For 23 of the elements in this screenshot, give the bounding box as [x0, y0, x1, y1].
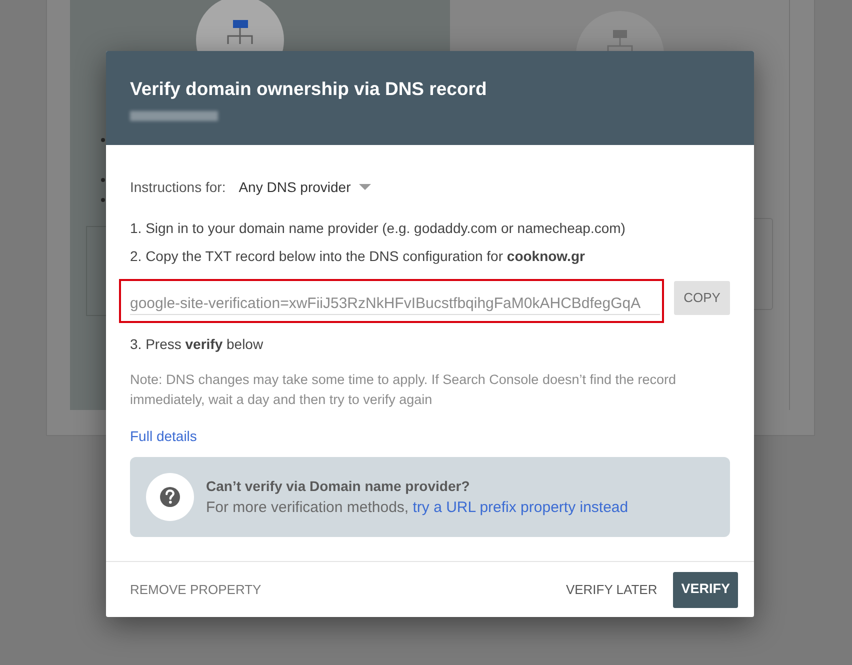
sitemap-icon — [576, 11, 664, 51]
bullet-icon — [101, 178, 105, 182]
full-details-link[interactable]: Full details — [130, 426, 197, 446]
record-field[interactable]: google-site-verification=xwFiiJ53RzNkHFvIBucstfbqihgFaM0kAHCBdfegGqA — [130, 293, 660, 315]
help-icon — [146, 473, 194, 521]
remove-property-button[interactable]: REMOVE PROPERTY — [130, 572, 262, 608]
provider-dropdown[interactable]: Any DNS provider — [238, 176, 371, 198]
bullet-icon — [101, 198, 105, 202]
help-text: For more verification methods, try a URL prefix property instead — [206, 498, 628, 518]
dialog-title: Verify domain ownership via DNS record — [130, 77, 487, 101]
verify-later-button[interactable]: VERIFY LATER — [566, 572, 658, 608]
help-title: Can’t verify via Domain name provider? — [206, 477, 470, 496]
instructions-label: Instructions for: — [130, 178, 226, 196]
instruction-step: 3. Press verify below — [130, 334, 264, 354]
copy-button[interactable]: COPY — [674, 281, 730, 315]
verify-button[interactable]: VERIFY — [673, 572, 738, 608]
instruction-step: 1. Sign in to your domain name provider (e.g. godaddy.com or namecheap.com) — [130, 218, 626, 238]
note-text: Note: DNS changes may take some time to apply. If Search Console doesn’t find the record immediately, wait a day and then try to verify again — [130, 371, 678, 409]
caret-icon — [358, 184, 371, 190]
bullet-icon — [101, 138, 105, 142]
sitemap-icon — [196, 0, 284, 51]
url-prefix-link[interactable]: try a URL prefix property instead — [412, 499, 628, 516]
instruction-step: 2. Copy the TXT record below into the DNS configuration for cooknow.gr — [130, 246, 585, 266]
